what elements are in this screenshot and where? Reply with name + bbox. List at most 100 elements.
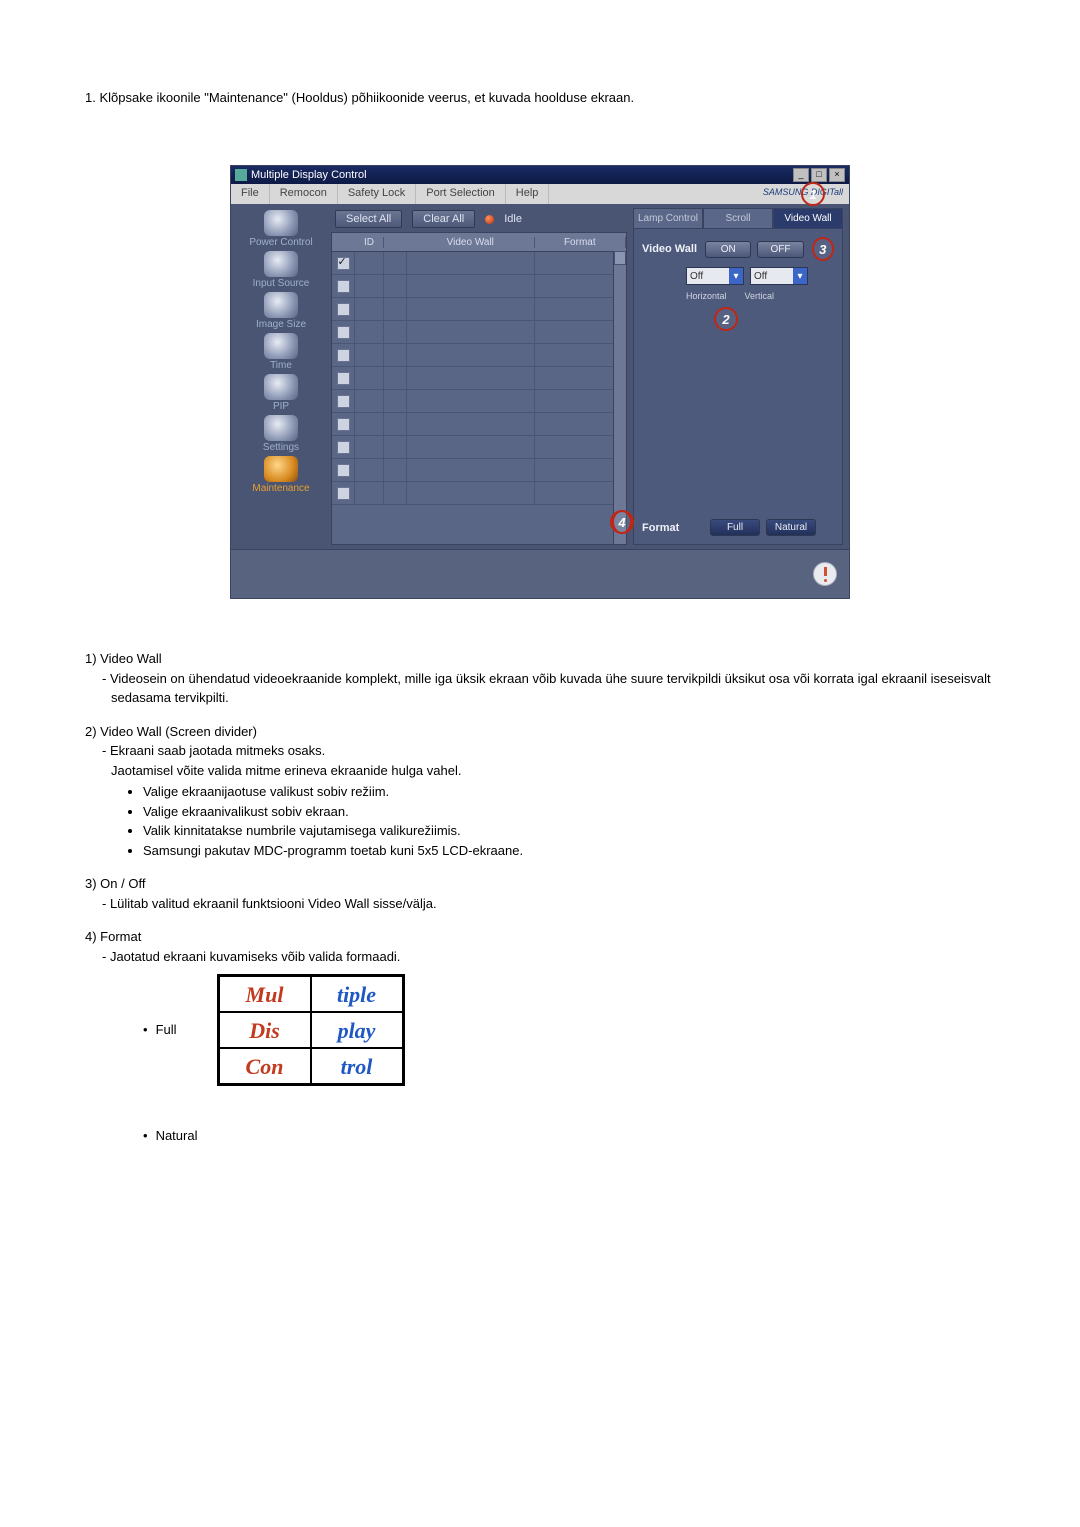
time-icon [264, 333, 298, 359]
clear-all-button[interactable]: Clear All [412, 210, 475, 228]
item2-heading: 2) Video Wall (Screen divider) [85, 722, 995, 742]
tab-lamp-control[interactable]: Lamp Control [633, 208, 703, 228]
app-icon [235, 169, 247, 181]
item4-heading: 4) Format [85, 927, 995, 947]
col-format: Format [535, 237, 626, 248]
format-natural-button[interactable]: Natural [766, 519, 816, 536]
item1-heading: 1) Video Wall [85, 649, 995, 669]
table-row[interactable] [332, 344, 626, 367]
maximize-button[interactable]: □ [811, 168, 827, 182]
row-checkbox[interactable] [337, 372, 350, 385]
format-full-diagram: Multiple Display Control [217, 974, 405, 1086]
sidebar: Power Control Input Source Image Size Ti… [231, 204, 331, 549]
video-wall-off-button[interactable]: OFF [757, 241, 803, 258]
tab-scroll[interactable]: Scroll [703, 208, 773, 228]
row-checkbox[interactable] [337, 257, 350, 270]
table-row[interactable] [332, 482, 626, 505]
item2-bullet4: Samsungi pakutav MDC-programm toetab kun… [143, 841, 995, 861]
callout-2: 2 [714, 307, 738, 331]
table-row[interactable] [332, 298, 626, 321]
menubar: File Remocon Safety Lock Port Selection … [231, 184, 849, 204]
image-size-icon [264, 292, 298, 318]
app-title: Multiple Display Control [251, 169, 793, 181]
menu-file[interactable]: File [231, 184, 270, 204]
menu-remocon[interactable]: Remocon [270, 184, 338, 204]
vertical-label: Vertical [745, 291, 775, 301]
item2-bullet3: Valik kinnitatakse numbrile vajutamisega… [143, 821, 995, 841]
table-row[interactable] [332, 275, 626, 298]
video-wall-on-button[interactable]: ON [705, 241, 751, 258]
row-checkbox[interactable] [337, 280, 350, 293]
table-row[interactable] [332, 459, 626, 482]
video-wall-label: Video Wall [642, 243, 699, 255]
table-scrollbar[interactable] [613, 251, 626, 544]
callout-4: 4 [612, 510, 632, 534]
item2-bullet1: Valige ekraanijaotuse valikust sobiv rež… [143, 782, 995, 802]
row-checkbox[interactable] [337, 395, 350, 408]
horizontal-select[interactable]: Off▾ [686, 267, 744, 285]
item2-bullet2: Valige ekraanivalikust sobiv ekraan. [143, 802, 995, 822]
callout-3: 3 [812, 237, 834, 261]
sidebar-item-input-source[interactable]: Input Source [236, 251, 326, 289]
item1-text: - Videosein on ühendatud videoekraanide … [85, 669, 995, 708]
display-table: ID Video Wall Format [331, 232, 627, 545]
menu-safety-lock[interactable]: Safety Lock [338, 184, 416, 204]
table-row[interactable] [332, 413, 626, 436]
table-row[interactable] [332, 436, 626, 459]
chevron-down-icon: ▾ [793, 268, 807, 284]
item2-text2: Jaotamisel võite valida mitme erineva ek… [85, 761, 995, 781]
item3-heading: 3) On / Off [85, 874, 995, 894]
table-row[interactable] [332, 367, 626, 390]
format-full-button[interactable]: Full [710, 519, 760, 536]
scroll-up-icon[interactable] [614, 251, 626, 265]
col-video-wall: Video Wall [407, 237, 535, 248]
row-checkbox[interactable] [337, 303, 350, 316]
table-row[interactable] [332, 252, 626, 275]
app-window: Multiple Display Control _ □ × File Remo… [230, 165, 850, 599]
minimize-button[interactable]: _ [793, 168, 809, 182]
intro-text: 1. Klõpsake ikoonile "Maintenance" (Hool… [85, 90, 995, 105]
statusbar [231, 549, 849, 598]
table-row[interactable] [332, 321, 626, 344]
sidebar-item-settings[interactable]: Settings [236, 415, 326, 453]
alert-icon [813, 562, 837, 586]
horizontal-label: Horizontal [686, 291, 727, 301]
callout-1: 1 [801, 182, 825, 206]
select-all-button[interactable]: Select All [335, 210, 402, 228]
right-panel: 1 Lamp Control Scroll Video Wall Video W… [633, 208, 843, 545]
row-checkbox[interactable] [337, 418, 350, 431]
idle-indicator-icon [485, 215, 494, 224]
tab-video-wall[interactable]: Video Wall [773, 208, 843, 228]
row-checkbox[interactable] [337, 441, 350, 454]
power-icon [264, 210, 298, 236]
sidebar-item-time[interactable]: Time [236, 333, 326, 371]
format-label: Format [642, 522, 704, 534]
sidebar-item-power-control[interactable]: Power Control [236, 210, 326, 248]
col-id: ID [355, 237, 384, 248]
sidebar-item-image-size[interactable]: Image Size [236, 292, 326, 330]
menu-port-selection[interactable]: Port Selection [416, 184, 505, 204]
row-checkbox[interactable] [337, 326, 350, 339]
menu-help[interactable]: Help [506, 184, 550, 204]
item3-text: - Lülitab valitud ekraanil funktsiooni V… [85, 894, 995, 914]
vertical-select[interactable]: Off▾ [750, 267, 808, 285]
item2-text1: - Ekraani saab jaotada mitmeks osaks. [85, 741, 995, 761]
maintenance-icon [264, 456, 298, 482]
close-button[interactable]: × [829, 168, 845, 182]
format-natural-label: Natural [143, 1128, 197, 1143]
row-checkbox[interactable] [337, 464, 350, 477]
item4-text: - Jaotatud ekraani kuvamiseks võib valid… [85, 947, 995, 967]
titlebar: Multiple Display Control _ □ × [231, 166, 849, 184]
row-checkbox[interactable] [337, 487, 350, 500]
chevron-down-icon: ▾ [729, 268, 743, 284]
row-checkbox[interactable] [337, 349, 350, 362]
idle-label: Idle [504, 213, 522, 225]
table-row[interactable] [332, 390, 626, 413]
sidebar-item-pip[interactable]: PIP [236, 374, 326, 412]
explanation-section: 1) Video Wall - Videosein on ühendatud v… [85, 649, 995, 1146]
sidebar-item-maintenance[interactable]: Maintenance [236, 456, 326, 494]
settings-icon [264, 415, 298, 441]
input-source-icon [264, 251, 298, 277]
pip-icon [264, 374, 298, 400]
format-full-label: Full [143, 1020, 177, 1040]
